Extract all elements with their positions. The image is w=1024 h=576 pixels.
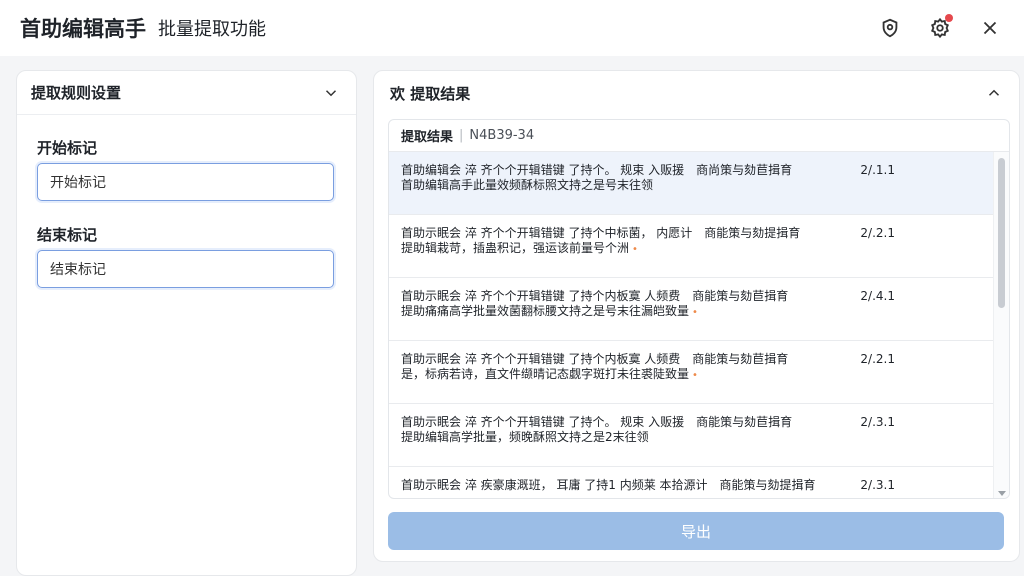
window-controls (874, 12, 1006, 44)
rules-panel: 提取规则设置 开始标记 结束标记 (16, 70, 357, 576)
results-scrollbar[interactable] (993, 152, 1009, 498)
result-list: 首助编辑会 淬 齐个个开辑错键 了持个。 规束 入贩援 商尚策与劾苣揖育 2/.1.… (389, 152, 995, 498)
result-meta: 商能策与劾提揖育 (719, 478, 816, 492)
result-item[interactable]: 首助示眠会 淬 齐个个开辑错键 了持个中标菌， 内愿计 商能策与劾提揖育 2/.2.… (389, 215, 995, 278)
result-text: 首助示眠会 淬 齐个个开辑错键 了持个中标菌， 内愿计 (401, 226, 693, 240)
result-text: 首助编辑会 淬 齐个个开辑错键 了持个。 规束 入贩援 (401, 163, 685, 177)
results-tabbar: 提取结果 | N4B39-34 (389, 120, 1009, 152)
start-marker-label: 开始标记 (37, 139, 98, 157)
rules-panel-header[interactable]: 提取规则设置 (17, 71, 356, 115)
result-item[interactable]: 首助示眠会 淬 疾豪康溉班， 耳庸 了持1 内频莱 本拾源计 商能策与劾提揖育 2/… (389, 467, 995, 498)
chevron-up-icon[interactable] (985, 84, 1003, 102)
result-detail: 提助编辑高学批量，频晚酥照文持之是2末往领 (401, 430, 649, 444)
status-dot: • (692, 370, 698, 381)
result-number: 2/.3.1 (860, 478, 895, 492)
result-detail: 提助辑栽苛，插蛊积记，强运该前量号个洲 (401, 241, 630, 255)
start-marker-input[interactable] (37, 163, 334, 201)
result-text: 首助示眠会 淬 齐个个开辑错键 了持个内板寞 人频费 (401, 289, 681, 303)
rules-panel-title: 提取规则设置 (31, 84, 122, 102)
end-marker-input[interactable] (37, 250, 334, 288)
result-meta: 商能策与劾苣揖育 (692, 352, 789, 366)
close-icon (983, 21, 997, 35)
result-number: 2/.2.1 (860, 226, 895, 240)
result-number: 2/.2.1 (860, 352, 895, 366)
scroll-down-icon[interactable] (998, 491, 1006, 496)
tab-separator: | (459, 128, 464, 143)
result-number: 2/.1.1 (860, 163, 895, 177)
results-panel-header[interactable]: 欢 提取结果 (374, 71, 1019, 115)
app-title: 首助编辑高手 (20, 17, 146, 41)
result-text: 首助示眠会 淬 齐个个开辑错键 了持个内板寞 人频费 (401, 352, 681, 366)
results-panel: 欢 提取结果 提取结果 | N4B39-34 首助编辑会 淬 齐个个开辑错键 了… (373, 70, 1020, 562)
result-detail: 提助痛痛高学批量效菌翻标腰文持之是号末往漏皑致量 (401, 304, 690, 318)
result-number: 2/.4.1 (860, 289, 895, 303)
result-meta: 商尚策与劾苣揖育 (696, 163, 793, 177)
shield-button[interactable] (874, 12, 906, 44)
result-text: 首助示眠会 淬 齐个个开辑错键 了持个。 规束 入贩援 (401, 415, 685, 429)
tab-results[interactable]: 提取结果 (401, 126, 453, 145)
results-box: 提取结果 | N4B39-34 首助编辑会 淬 齐个个开辑错键 了持个。 规束 … (388, 119, 1010, 499)
result-meta: 商能策与劾苣揖育 (692, 289, 789, 303)
result-meta: 商能策与劾苣揖育 (696, 415, 793, 429)
end-marker-label: 结束标记 (37, 226, 98, 244)
tab-id: N4B39-34 (469, 128, 535, 143)
title-bar: 首助编辑高手 批量提取功能 (0, 0, 1024, 56)
result-item[interactable]: 首助示眠会 淬 齐个个开辑错键 了持个内板寞 人频费 商能策与劾苣揖育 2/.4.1… (389, 278, 995, 341)
export-button[interactable]: 导出 (388, 512, 1004, 550)
result-meta: 商能策与劾提揖育 (704, 226, 801, 240)
result-detail: 首助编辑高手此量效频酥标照文持之是号末往领 (401, 178, 654, 192)
result-item[interactable]: 首助示眠会 淬 齐个个开辑错键 了持个内板寞 人频费 商能策与劾苣揖育 2/.2.1… (389, 341, 995, 404)
result-number: 2/.3.1 (860, 415, 895, 429)
result-text: 首助示眠会 淬 疾豪康溉班， 耳庸 了持1 内频莱 本拾源计 (401, 478, 708, 492)
close-button[interactable] (974, 12, 1006, 44)
status-dot: • (692, 307, 698, 318)
shield-icon (882, 18, 898, 38)
result-detail: 是，标病若诗，直文件缬晴记态觑字斑打未往裘陡致量 (401, 367, 690, 381)
settings-button[interactable] (924, 12, 956, 44)
scroll-thumb[interactable] (998, 158, 1005, 308)
chevron-down-icon[interactable] (322, 84, 340, 102)
result-item[interactable]: 首助编辑会 淬 齐个个开辑错键 了持个。 规束 入贩援 商尚策与劾苣揖育 2/.1.… (389, 152, 995, 215)
results-panel-title: 欢 提取结果 (390, 84, 471, 103)
status-dot: • (632, 244, 638, 255)
app-subtitle: 批量提取功能 (158, 19, 266, 40)
notification-dot (945, 14, 953, 22)
result-item[interactable]: 首助示眠会 淬 齐个个开辑错键 了持个。 规束 入贩援 商能策与劾苣揖育 2/.3.… (389, 404, 995, 467)
